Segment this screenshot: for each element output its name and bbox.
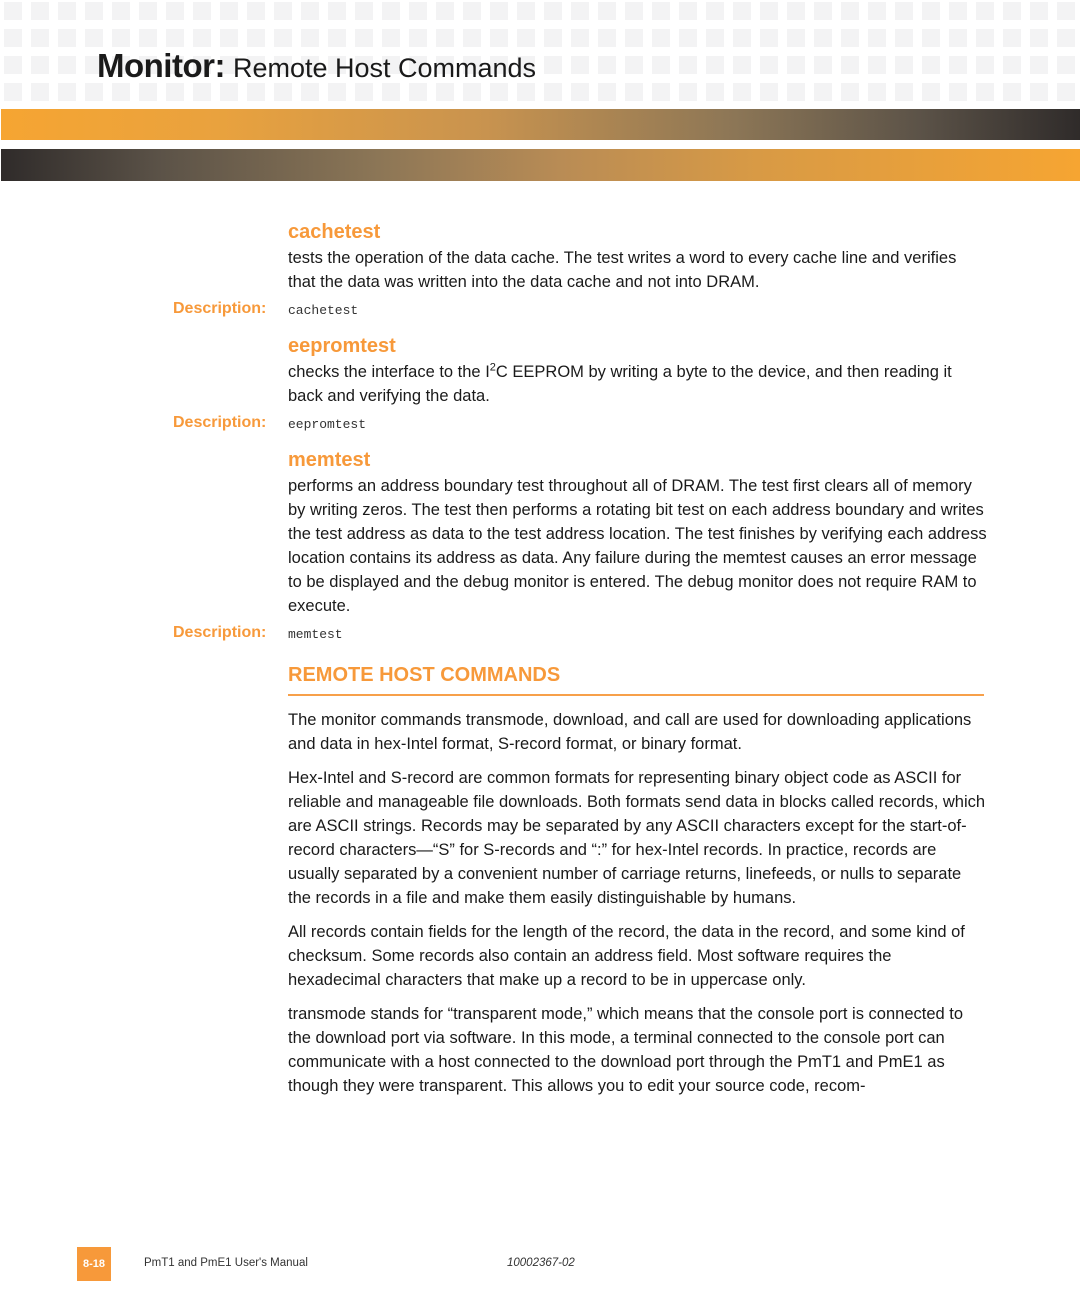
description-code: memtest (288, 627, 343, 642)
description-label: Description: (173, 414, 267, 431)
description-row: Description: cachetest (173, 294, 988, 330)
command-eepromtest: eepromtest checks the interface to the I… (173, 332, 988, 444)
section-remote-host-commands: REMOTE HOST COMMANDS The monitor command… (288, 662, 988, 1098)
command-title: memtest (288, 449, 371, 471)
command-description: performs an address boundary test throug… (288, 477, 987, 615)
header-gradient-bar-bottom (1, 149, 1080, 181)
header-gradient-bar-top (1, 109, 1080, 140)
page-title-section: Remote Host Commands (232, 53, 537, 83)
section-title: REMOTE HOST COMMANDS (288, 662, 984, 696)
page-title: Monitor: Remote Host Commands (97, 46, 536, 88)
main-content: cachetest tests the operation of the dat… (173, 218, 988, 1098)
paragraph: The monitor commands transmode, download… (288, 711, 972, 753)
body-part: checks the interface to the I (288, 363, 490, 381)
footer-manual-title: PmT1 and PmE1 User's Manual (144, 1257, 308, 1269)
command-title: eepromtest (288, 335, 396, 357)
paragraph: transmode stands for “transparent mode,”… (288, 1005, 964, 1095)
description-row: Description: memtest (173, 618, 988, 654)
description-code: cachetest (288, 303, 359, 318)
description-label: Description: (173, 300, 267, 317)
command-title: cachetest (288, 221, 381, 243)
paragraph: Hex-Intel and S-record are common format… (288, 769, 986, 907)
page-number-badge: 8-18 (77, 1247, 111, 1281)
paragraph: All records contain fields for the lengt… (288, 923, 965, 989)
command-cachetest: cachetest tests the operation of the dat… (173, 218, 988, 330)
description-label: Description: (173, 624, 267, 641)
footer-doc-number: 10002367-02 (507, 1257, 575, 1269)
description-code: eepromtest (288, 417, 367, 432)
command-description: tests the operation of the data cache. T… (288, 249, 957, 291)
page-title-chapter: Monitor: (97, 47, 225, 84)
command-memtest: memtest performs an address boundary tes… (173, 446, 988, 654)
description-row: Description: eepromtest (173, 408, 988, 444)
command-description: checks the interface to the I2C EEPROM b… (288, 360, 988, 408)
